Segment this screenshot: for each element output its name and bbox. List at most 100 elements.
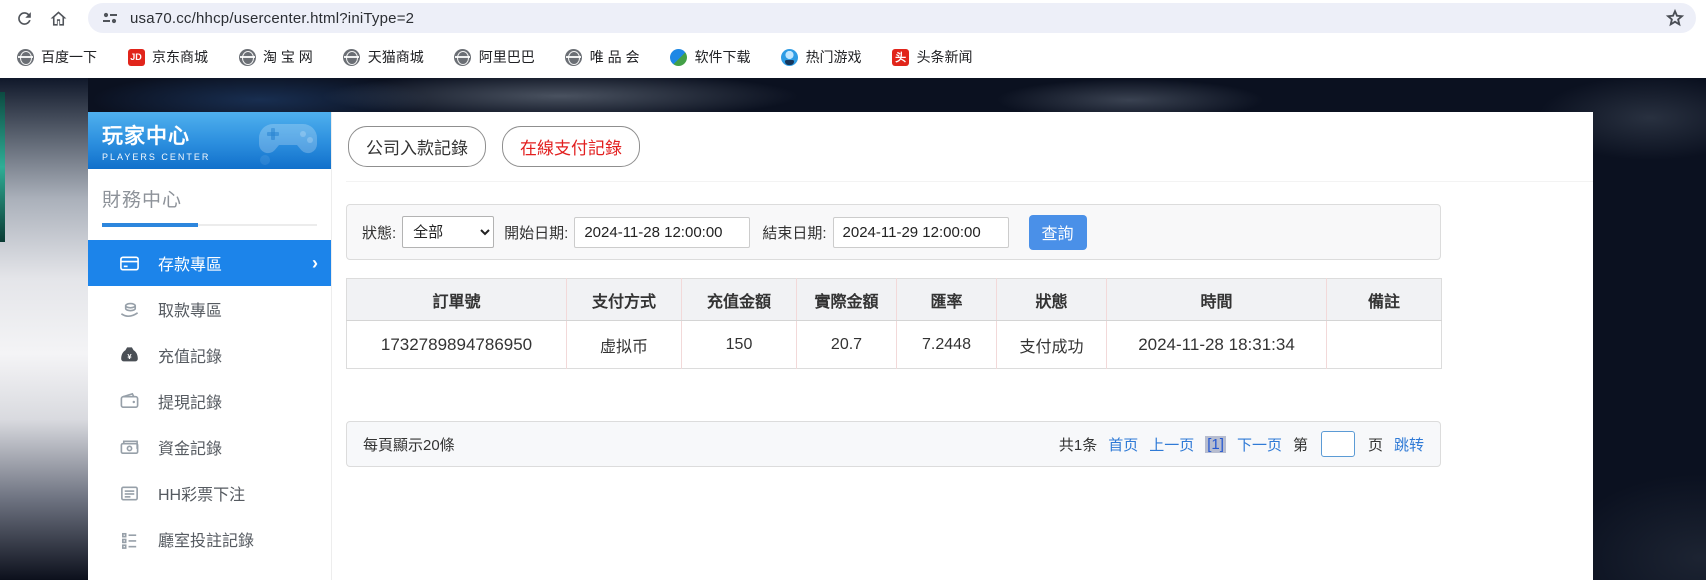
- bookmark-games[interactable]: 热门游戏: [781, 47, 862, 67]
- sidebar-item-withdraw-record[interactable]: 提現記錄: [88, 378, 331, 424]
- prev-page-link[interactable]: 上一页: [1149, 434, 1194, 455]
- site-info-icon[interactable]: [100, 8, 120, 28]
- bookmark-label: 天猫商城: [367, 49, 424, 65]
- background-teal-streak: [0, 92, 5, 242]
- next-page-link[interactable]: 下一页: [1237, 434, 1282, 455]
- home-icon: [50, 10, 66, 26]
- bank-card-icon: [118, 252, 140, 274]
- sidebar: 玩家中心 PLAYERS CENTER 財務中心 存款專區 › 取款專區 ¥ 充…: [88, 112, 332, 580]
- end-date-label: 結束日期:: [762, 224, 827, 242]
- col-status: 狀態: [996, 278, 1107, 321]
- page-background: 玩家中心 PLAYERS CENTER 財務中心 存款專區 › 取款專區 ¥ 充…: [0, 78, 1706, 580]
- bookmark-label: 唯 品 会: [589, 49, 640, 65]
- bookmark-star-icon[interactable]: [1664, 7, 1686, 29]
- bookmark-label: 百度一下: [41, 49, 97, 65]
- col-exchange-rate: 匯率: [896, 278, 997, 321]
- total-count-text: 共1条: [1058, 436, 1098, 454]
- sidebar-item-label: 存款專區: [158, 257, 223, 274]
- sidebar-item-withdraw[interactable]: 取款專區: [88, 286, 331, 332]
- sidebar-item-label: 取款專區: [158, 303, 223, 320]
- col-order-no: 訂單號: [346, 278, 567, 321]
- software-download-icon: [670, 48, 688, 66]
- search-button[interactable]: 查詢: [1028, 214, 1087, 250]
- wallet-icon: [118, 390, 140, 412]
- goto-prefix-text: 第: [1292, 436, 1308, 454]
- sidebar-item-room-bet-record[interactable]: 廳室投註記錄: [88, 516, 331, 562]
- page-size-text: 每頁顯示20條: [363, 436, 455, 454]
- col-remark: 備註: [1326, 278, 1442, 321]
- col-recharge-amount: 充值金額: [681, 278, 797, 321]
- toutiao-logo-icon: 头: [892, 48, 910, 66]
- bookmark-baidu[interactable]: 百度一下: [16, 47, 97, 67]
- cell-order-no: 1732789894786950: [346, 320, 567, 369]
- goto-suffix-text: 页: [1367, 436, 1383, 454]
- cell-status: 支付成功: [996, 320, 1107, 369]
- bookmark-software[interactable]: 软件下载: [670, 47, 751, 67]
- cell-pay-method: 虚拟币: [566, 320, 682, 369]
- browser-chrome: usa70.cc/hhcp/usercenter.html?iniType=2 …: [0, 0, 1706, 78]
- browser-toolbar: usa70.cc/hhcp/usercenter.html?iniType=2: [0, 0, 1706, 36]
- bookmark-label: 淘 宝 网: [263, 49, 313, 65]
- bookmark-label: 京东商城: [152, 49, 208, 65]
- first-page-link[interactable]: 首页: [1108, 434, 1138, 455]
- cell-actual-amount: 20.7: [796, 320, 897, 369]
- tab-company-deposit-record[interactable]: 公司入款記錄: [348, 126, 486, 167]
- sidebar-item-label: 廳室投註記錄: [158, 533, 255, 550]
- col-pay-method: 支付方式: [566, 278, 682, 321]
- cell-remark: [1326, 320, 1442, 369]
- sidebar-item-label: HH彩票下注: [158, 487, 246, 504]
- content-panel: 玩家中心 PLAYERS CENTER 財務中心 存款專區 › 取款專區 ¥ 充…: [88, 112, 1593, 580]
- globe-icon: [238, 48, 256, 66]
- end-date-input[interactable]: [832, 216, 1009, 248]
- tab-online-payment-record[interactable]: 在線支付記錄: [502, 126, 640, 167]
- col-actual-amount: 實際金額: [796, 278, 897, 321]
- address-bar[interactable]: usa70.cc/hhcp/usercenter.html?iniType=2: [88, 3, 1696, 33]
- finance-center-label: 財務中心: [102, 190, 183, 211]
- status-select[interactable]: 全部: [402, 216, 495, 248]
- chevron-right-icon: ›: [312, 252, 318, 273]
- list-icon: [118, 482, 140, 504]
- bookmark-toutiao[interactable]: 头 头条新闻: [892, 47, 973, 67]
- home-button[interactable]: [44, 4, 72, 32]
- money-bag-icon: ¥: [118, 344, 140, 366]
- sidebar-item-funds-record[interactable]: 資金記錄: [88, 424, 331, 470]
- globe-icon: [343, 48, 361, 66]
- background-left-gradient: [0, 78, 88, 580]
- bookmark-label: 热门游戏: [805, 49, 862, 65]
- reload-button[interactable]: [10, 4, 38, 32]
- sidebar-item-label: 資金記錄: [158, 441, 223, 458]
- start-date-label: 開始日期:: [504, 224, 569, 242]
- sidebar-item-label: 提現記錄: [158, 395, 223, 412]
- sidebar-header: 玩家中心 PLAYERS CENTER: [88, 112, 331, 169]
- globe-icon: [16, 48, 34, 66]
- svg-text:¥: ¥: [127, 351, 132, 360]
- bookmark-alibaba[interactable]: 阿里巴巴: [454, 47, 535, 67]
- bookmarks-bar: 百度一下 JD 京东商城 淘 宝 网 天猫商城 阿里巴巴 唯 品 会 软件下载 …: [0, 36, 1706, 78]
- banknote-icon: [118, 436, 140, 458]
- clipboard-list-icon: [118, 528, 140, 550]
- table-header-row: 訂單號 支付方式 充值金額 實際金額 匯率 狀態 時間 備註: [346, 278, 1442, 321]
- sidebar-section: 財務中心: [88, 169, 331, 227]
- jd-logo-icon: JD: [127, 48, 145, 66]
- hand-coins-icon: [118, 298, 140, 320]
- goto-page-input[interactable]: [1320, 431, 1355, 457]
- table-row: 1732789894786950 虚拟币 150 20.7 7.2448 支付成…: [346, 320, 1442, 369]
- bookmark-taobao[interactable]: 淘 宝 网: [238, 47, 313, 67]
- sidebar-item-deposit[interactable]: 存款專區 ›: [88, 240, 331, 286]
- game-penguin-icon: [781, 48, 799, 66]
- sidebar-item-recharge-record[interactable]: ¥ 充值記錄: [88, 332, 331, 378]
- current-page-indicator: [1]: [1205, 435, 1226, 453]
- sidebar-menu: 存款專區 › 取款專區 ¥ 充值記錄 提現記錄 資金記錄 HH彩票下注 廳室投註…: [88, 240, 331, 562]
- main-content: 公司入款記錄 在線支付記錄 狀態: 全部 開始日期: 結束日期: 查詢: [332, 112, 1593, 580]
- goto-jump-link[interactable]: 跳转: [1394, 434, 1424, 455]
- url-text[interactable]: usa70.cc/hhcp/usercenter.html?iniType=2: [130, 10, 1664, 27]
- bookmark-vip[interactable]: 唯 品 会: [565, 47, 640, 67]
- bookmark-jd[interactable]: JD 京东商城: [127, 47, 208, 67]
- start-date-input[interactable]: [574, 216, 751, 248]
- pagination-bar: 每頁顯示20條 共1条 首页 上一页 [1] 下一页 第 页 跳转: [346, 421, 1441, 467]
- gamepad-icon: [258, 124, 318, 165]
- reload-icon: [17, 11, 31, 25]
- section-divider: [102, 223, 317, 227]
- sidebar-item-hh-lottery-bets[interactable]: HH彩票下注: [88, 470, 331, 516]
- bookmark-tmall[interactable]: 天猫商城: [343, 47, 424, 67]
